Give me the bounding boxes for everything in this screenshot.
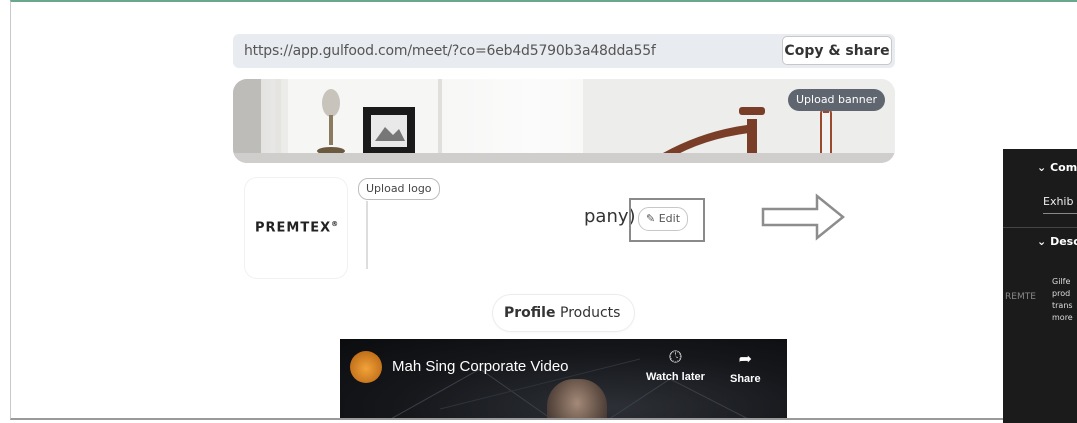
profile-tabs: Profile Products bbox=[493, 295, 634, 331]
description-line: prod bbox=[1052, 289, 1071, 298]
watch-later-label: Watch later bbox=[646, 371, 705, 383]
upload-logo-button[interactable]: Upload logo bbox=[358, 178, 440, 200]
share-video-button[interactable]: ➦ Share bbox=[730, 349, 761, 385]
right-arrow-icon bbox=[761, 192, 847, 242]
description-line: trans bbox=[1052, 301, 1073, 310]
section-company-header[interactable]: ⌄ Com bbox=[1037, 161, 1077, 174]
watch-later-button[interactable]: 🕓︎ Watch later bbox=[646, 349, 705, 383]
chevron-down-icon: ⌄ bbox=[1037, 235, 1047, 248]
pencil-icon: ✎ bbox=[646, 212, 656, 225]
company-name-fragment: pany) bbox=[584, 206, 636, 227]
share-arrow-icon: ➦ bbox=[738, 351, 752, 368]
upload-banner-button[interactable]: Upload banner bbox=[788, 89, 885, 111]
edit-company-button[interactable]: ✎ Edit bbox=[638, 207, 689, 231]
video-title[interactable]: Mah Sing Corporate Video bbox=[392, 358, 569, 375]
browser-frame: https://app.gulfood.com/meet/?co=6eb4d57… bbox=[10, 0, 1077, 420]
copy-share-button[interactable]: Copy & share bbox=[782, 36, 892, 65]
clock-icon: 🕓︎ bbox=[669, 349, 682, 366]
video-thumbnail-person bbox=[547, 379, 607, 418]
share-url-bar: https://app.gulfood.com/meet/?co=6eb4d57… bbox=[233, 34, 895, 68]
section-description-header[interactable]: ⌄ Desc bbox=[1037, 235, 1077, 248]
company-logo: PREMTEX® bbox=[245, 178, 347, 278]
panel-divider bbox=[1003, 227, 1077, 228]
share-url-text: https://app.gulfood.com/meet/?co=6eb4d57… bbox=[244, 43, 656, 59]
side-panel-preview: ⌄ Com Exhib ⌄ Desc Gilfe prod trans more… bbox=[1003, 149, 1077, 423]
description-line: Gilfe bbox=[1052, 277, 1071, 286]
company-banner: Upload banner bbox=[233, 79, 895, 163]
logo-wordmark: PREMTEX® bbox=[255, 220, 340, 236]
edit-label: Edit bbox=[658, 212, 681, 225]
exhibitor-tab[interactable]: Exhib bbox=[1043, 195, 1077, 214]
tab-profile[interactable]: Profile bbox=[504, 305, 555, 321]
panel-logo-fragment: REMTE bbox=[1005, 292, 1036, 302]
description-line: more bbox=[1052, 313, 1073, 322]
video-player[interactable]: Mah Sing Corporate Video 🕓︎ Watch later … bbox=[340, 339, 787, 418]
redacted-company-name bbox=[366, 201, 585, 269]
tab-products[interactable]: Products bbox=[560, 305, 620, 321]
channel-avatar[interactable] bbox=[350, 351, 382, 383]
share-label: Share bbox=[730, 373, 761, 385]
chevron-down-icon: ⌄ bbox=[1037, 161, 1047, 174]
